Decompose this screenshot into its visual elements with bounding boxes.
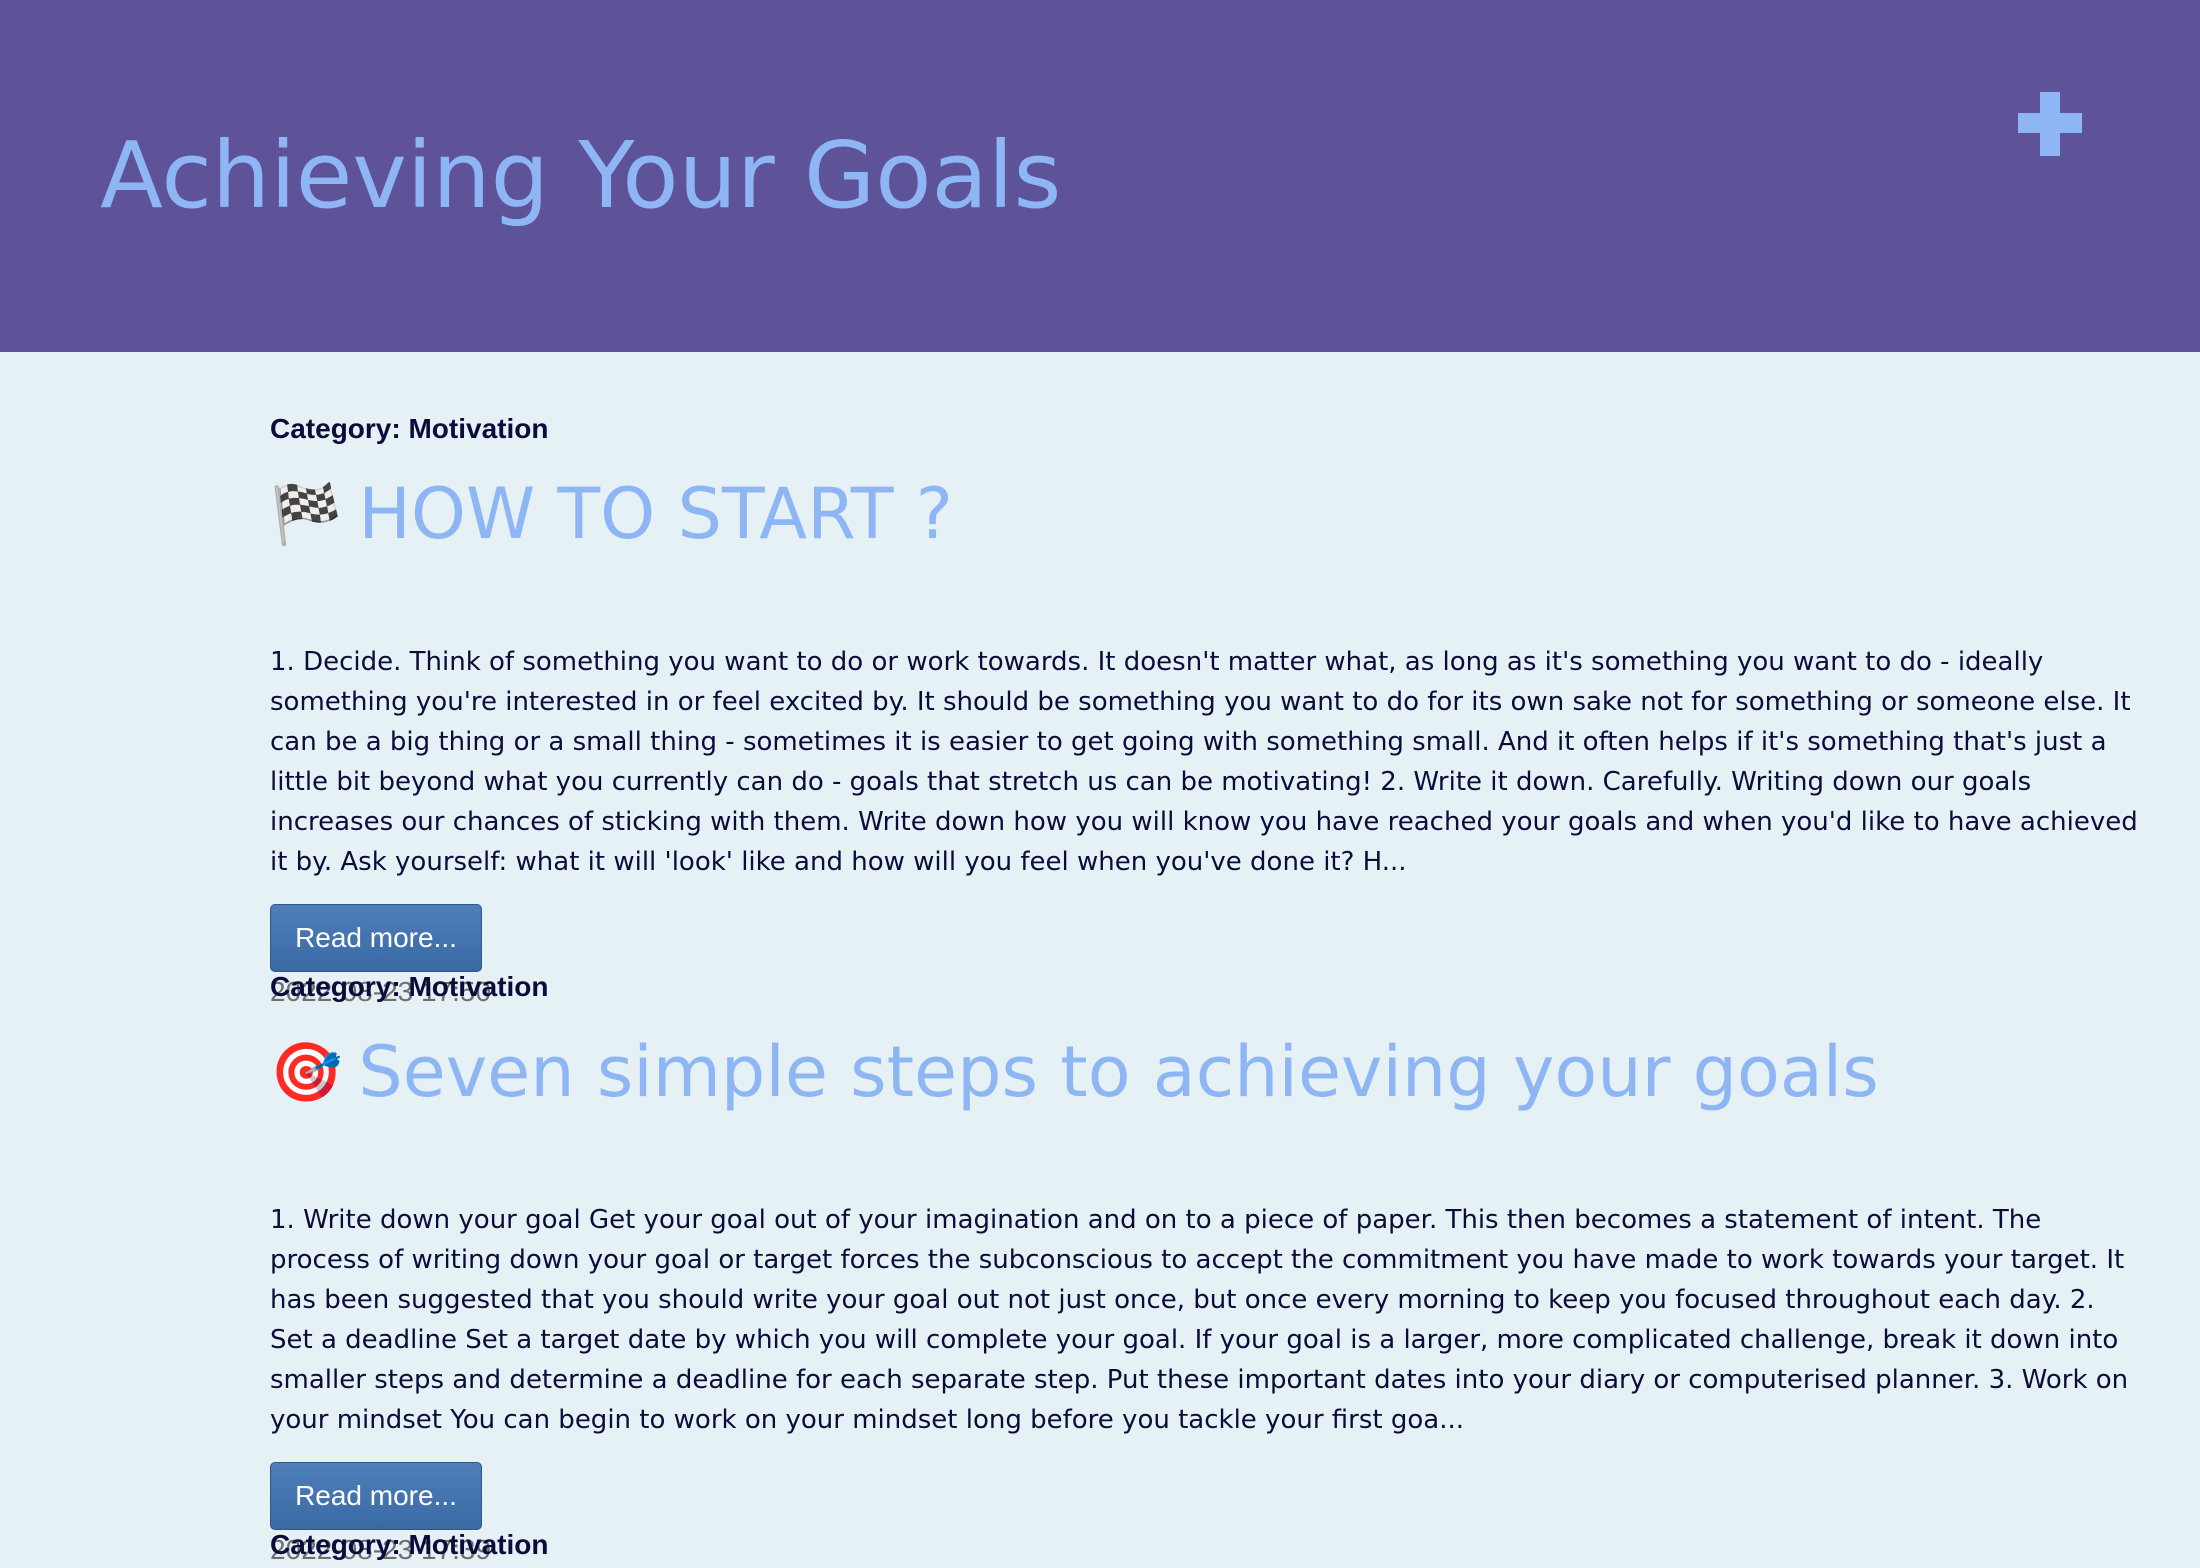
post-title[interactable]: 🎯 Seven simple steps to achieving your go… [270, 1028, 1879, 1116]
post-title-text[interactable]: HOW TO START ? [358, 473, 953, 555]
direct-hit-target-icon: 🎯 [270, 1038, 343, 1106]
post-title[interactable]: 🏁 HOW TO START ? [270, 470, 953, 558]
post-category: Category: Motivation [270, 971, 549, 1002]
read-more-button[interactable]: Read more... [270, 904, 482, 972]
read-more-button[interactable]: Read more... [270, 1462, 482, 1530]
site-header: Achieving Your Goals [0, 0, 2200, 352]
post-category: Category: Motivation [270, 413, 549, 444]
checkered-flag-icon: 🏁 [270, 480, 343, 548]
post-excerpt: 1. Decide. Think of something you want t… [270, 647, 2138, 877]
site-title: Achieving Your Goals [100, 122, 1062, 229]
add-post-button[interactable] [2012, 86, 2088, 162]
post-title-text[interactable]: Seven simple steps to achieving your goa… [358, 1031, 1878, 1113]
post-category: Category: Motivation [270, 1529, 549, 1560]
post-excerpt: 1. Write down your goal Get your goal ou… [270, 1205, 2129, 1435]
